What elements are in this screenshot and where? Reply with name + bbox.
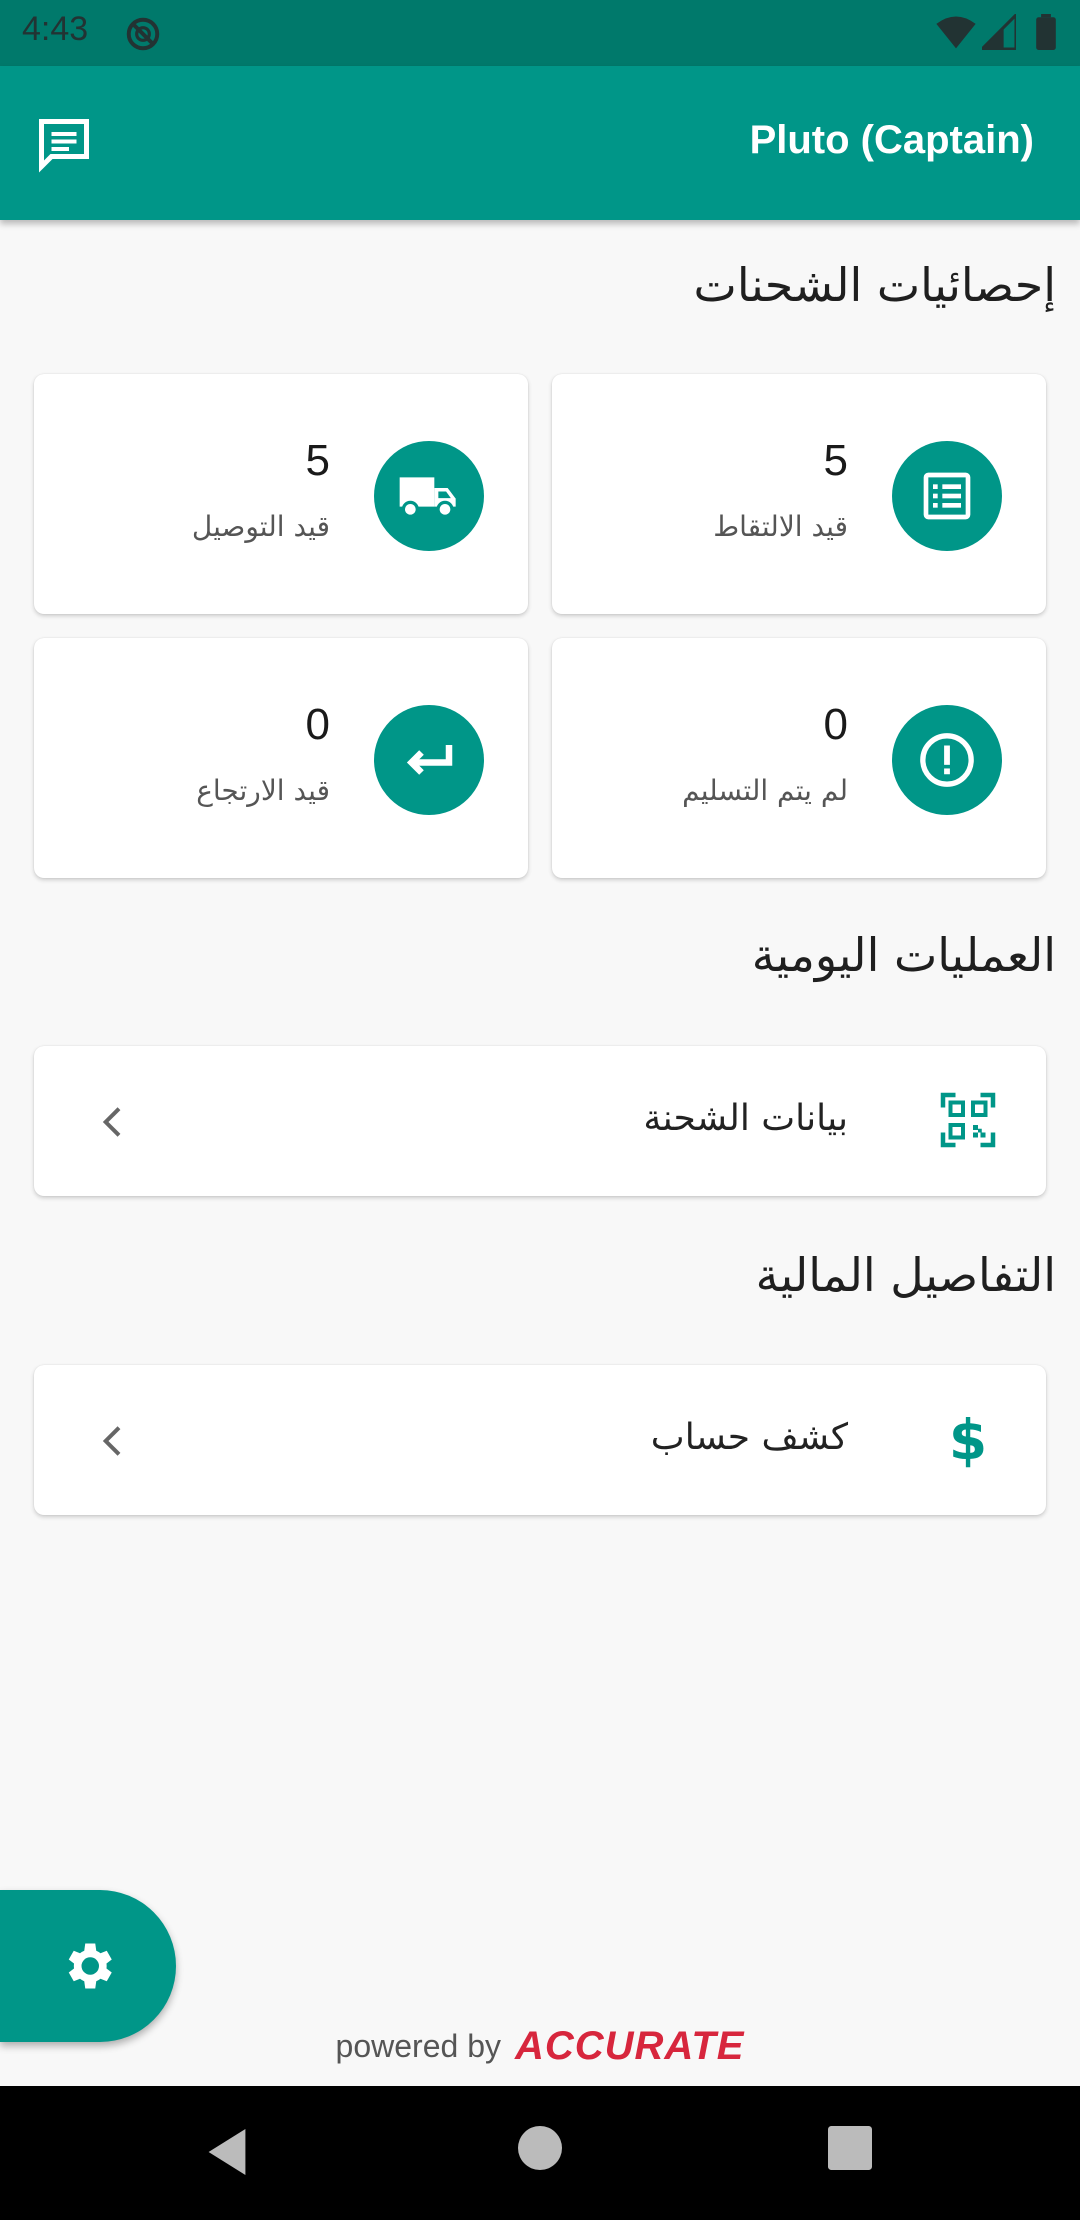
recents-icon[interactable] [828, 2126, 872, 2170]
settings-button[interactable] [0, 1890, 176, 2042]
page-title: Pluto (Captain) [749, 118, 1034, 162]
chevron-left-icon [102, 1107, 121, 1137]
stat-value: 5 [305, 436, 330, 485]
daily-operations-heading: العمليات اليومية [751, 928, 1056, 982]
settings-icon [68, 1943, 112, 1989]
chevron-left-icon [102, 1426, 121, 1456]
battery-icon [1036, 14, 1056, 50]
stat-label: قيد الارتجاع [196, 774, 330, 807]
stat-card-delivery[interactable]: 5 قيد التوصيل [34, 374, 528, 614]
chat-icon[interactable] [34, 114, 94, 174]
return-icon [374, 705, 484, 815]
back-icon[interactable] [204, 2126, 250, 2178]
stat-value: 0 [823, 700, 848, 749]
brand-logo: ACCURATE [514, 2024, 745, 2068]
list-icon [892, 441, 1002, 551]
stat-card-undelivered[interactable]: 0 لم يتم التسليم [552, 638, 1046, 878]
stat-label: قيد الالتقاط [713, 510, 848, 543]
signal-icon [982, 14, 1016, 50]
financial-details-heading: التفاصيل المالية [755, 1248, 1056, 1302]
app-bar: Pluto (Captain) [0, 66, 1080, 220]
status-bar: 4:43 [0, 0, 1080, 66]
stat-card-pickup[interactable]: 5 قيد الالتقاط [552, 374, 1046, 614]
powered-by: powered by ACCURATE [0, 2024, 1080, 2069]
do-not-disturb-icon [126, 17, 160, 51]
qr-code-icon [940, 1092, 996, 1148]
stat-label: قيد التوصيل [191, 510, 330, 543]
account-statement-item[interactable]: $ كشف حساب [34, 1365, 1046, 1515]
wifi-icon [936, 16, 976, 49]
account-statement-label: كشف حساب [650, 1417, 848, 1458]
shipment-stats-heading: إحصائيات الشحنات [693, 258, 1056, 312]
shipment-data-label: بيانات الشحنة [643, 1098, 848, 1139]
stat-value: 5 [823, 436, 848, 485]
stat-label: لم يتم التسليم [682, 774, 848, 807]
stat-value: 0 [305, 700, 330, 749]
home-icon[interactable] [518, 2126, 562, 2170]
powered-by-label: powered by [335, 2028, 501, 2064]
navigation-bar [0, 2086, 1080, 2220]
shipment-data-item[interactable]: بيانات الشحنة [34, 1046, 1046, 1196]
dollar-icon: $ [949, 1409, 987, 1469]
stat-card-return[interactable]: 0 قيد الارتجاع [34, 638, 528, 878]
alert-icon [892, 705, 1002, 815]
svg-text:$: $ [949, 1409, 987, 1469]
status-time: 4:43 [22, 10, 89, 48]
truck-icon [374, 441, 484, 551]
